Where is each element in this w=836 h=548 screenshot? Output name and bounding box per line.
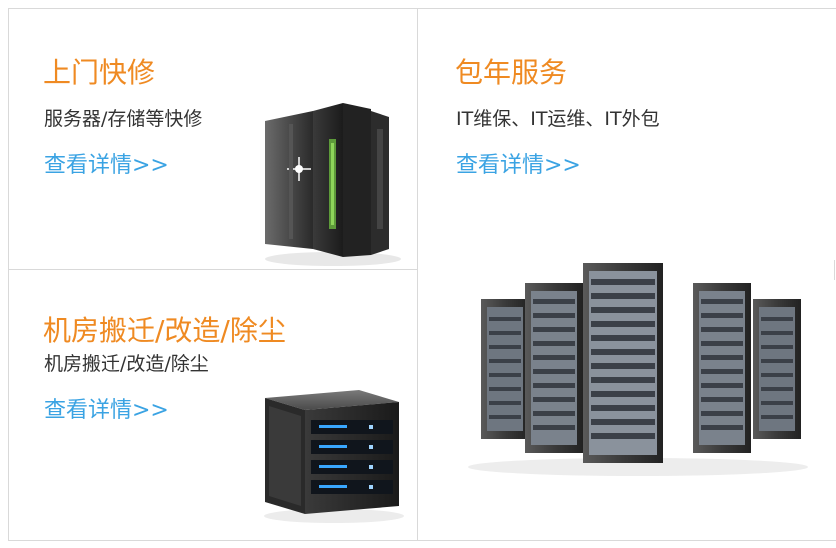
view-details-link[interactable]: 查看详情>> [44, 397, 169, 425]
card-subtitle: 机房搬迁/改造/除尘 [44, 353, 209, 375]
storage-box-icon [264, 390, 404, 523]
server-racks-icon [468, 263, 808, 476]
service-card-onsite-repair: 上门快修 服务器/存储等快修 查看详情>> [9, 9, 417, 269]
service-card-annual: 包年服务 IT维保、IT运维、IT外包 查看详情>> [418, 9, 836, 540]
service-card-relocation: 机房搬迁/改造/除尘 机房搬迁/改造/除尘 查看详情>> [9, 270, 417, 540]
card-title: 包年服务 [455, 56, 568, 89]
card-title: 上门快修 [43, 56, 156, 89]
view-details-link[interactable]: 查看详情>> [456, 152, 581, 180]
grid-border-bottom [8, 540, 836, 541]
card-subtitle: IT维保、IT运维、IT外包 [456, 108, 660, 130]
services-grid: 上门快修 服务器/存储等快修 查看详情>> 包年服务 IT维保、IT运维、IT外… [0, 0, 836, 548]
tower-server-icon [265, 103, 401, 266]
card-subtitle: 服务器/存储等快修 [44, 108, 203, 130]
card-title: 机房搬迁/改造/除尘 [43, 314, 286, 347]
view-details-link[interactable]: 查看详情>> [44, 152, 169, 180]
